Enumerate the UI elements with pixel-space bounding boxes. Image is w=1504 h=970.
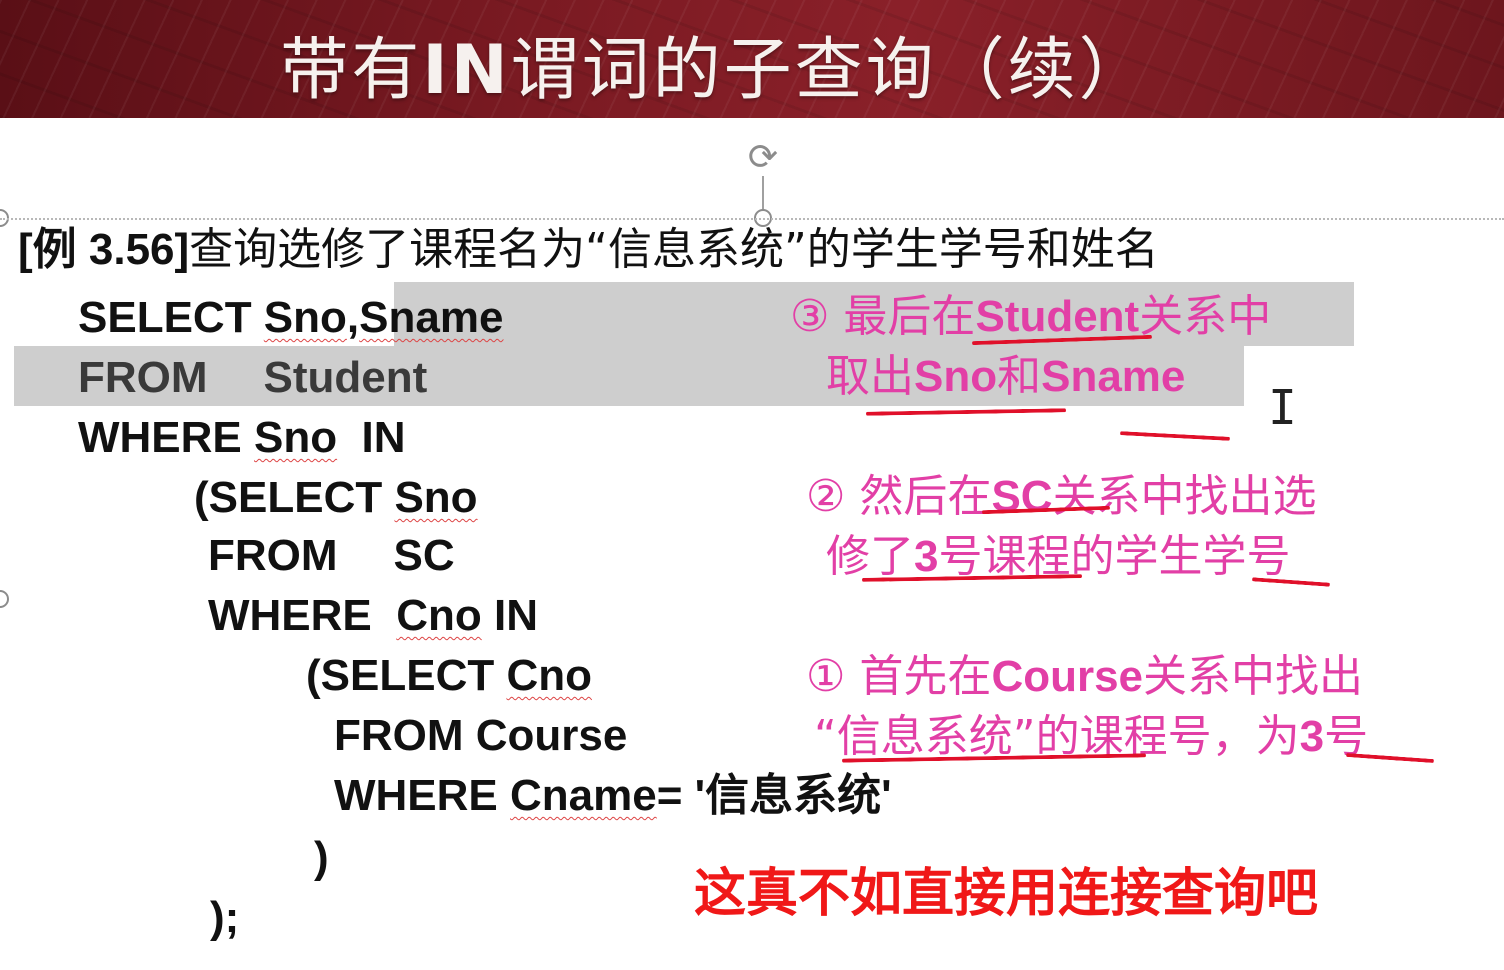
code-condition: = '信息系统': [656, 771, 892, 820]
note-text: 关系中: [1139, 291, 1272, 342]
note-text: ① 首先在: [806, 651, 992, 702]
code-line-9: WHERE Cname= '信息系统': [334, 770, 892, 822]
code-column: Cno: [396, 591, 482, 640]
rotate-handle-icon[interactable]: ⟳: [742, 140, 784, 176]
red-underline-xuehao: [1251, 577, 1331, 587]
code-line-5: FROM SC: [208, 530, 455, 582]
red-underline-sno: [865, 408, 1067, 416]
code-keyword: IN: [481, 591, 538, 640]
example-text: 查询选修了课程名为“信息系统”的学生学号和姓名: [189, 224, 1159, 275]
note-bold: Sname: [1041, 352, 1186, 401]
code-column: Sname: [359, 293, 504, 342]
note-bold: Course: [991, 652, 1144, 701]
note-step1-line1: ① 首先在Course关系中找出: [806, 650, 1363, 704]
note-text: ③ 最后在: [790, 291, 976, 342]
code-column: Sno: [394, 473, 478, 522]
code-line-1: SELECT Sno,Sname: [78, 292, 503, 344]
example-number: [例 3.56]: [18, 225, 190, 274]
note-bold: 3: [914, 532, 939, 581]
note-bold: SC: [991, 472, 1053, 521]
selection-border: [0, 218, 1504, 220]
code-table: SC: [393, 531, 455, 580]
note-text: 关系中找出: [1143, 651, 1364, 702]
code-line-2: FROM Student: [78, 352, 427, 404]
code-line-8: FROM Course: [334, 711, 628, 760]
code-table: Student: [263, 353, 428, 402]
slide-title: 带有IN谓词的子查询（续）: [0, 14, 1430, 113]
note-bold: 3: [1299, 712, 1325, 761]
example-heading: [例 3.56]查询选修了课程名为“信息系统”的学生学号和姓名: [18, 222, 1159, 278]
code-line-7: (SELECT Cno: [306, 650, 592, 702]
note-bold: Sno: [914, 352, 998, 401]
code-keyword: (SELECT: [306, 651, 507, 700]
code-column: Sno: [263, 293, 347, 342]
note-text: 修了: [826, 531, 914, 582]
note-step3-line2: 取出Sno和Sname: [826, 350, 1185, 404]
text-cursor-icon: I: [1268, 380, 1297, 436]
code-keyword: WHERE: [334, 771, 510, 820]
title-part1: 带有: [280, 31, 423, 110]
red-underline-sname: [1119, 431, 1231, 441]
title-banner: 带有IN谓词的子查询（续）: [0, 0, 1504, 118]
title-bold: IN: [422, 31, 511, 110]
note-text: 取出: [826, 351, 914, 402]
note-bold: Student: [975, 292, 1140, 341]
note-text: ② 然后在: [806, 471, 992, 522]
code-column: Sno: [254, 413, 338, 462]
note-text: 号课程的学生学号: [938, 531, 1291, 582]
handle-stem: [762, 176, 764, 212]
code-line-10: ): [314, 833, 329, 882]
code-column: Cno: [506, 651, 592, 700]
code-keyword: SELECT: [78, 293, 264, 342]
code-keyword: (SELECT: [194, 473, 395, 522]
code-line-6: WHERE Cno IN: [208, 590, 538, 642]
overlay-comment: 这真不如直接用连接查询吧: [694, 864, 1319, 924]
code-keyword: FROM: [208, 531, 338, 580]
code-line-3: WHERE Sno IN: [78, 412, 406, 464]
code-keyword: WHERE: [208, 591, 397, 640]
note-step3-line1: ③ 最后在Student关系中: [790, 290, 1271, 344]
note-text: 和: [997, 351, 1042, 402]
code-comma: ,: [346, 293, 360, 342]
code-line-11: );: [210, 893, 240, 942]
note-text: 关系中找出选: [1052, 471, 1317, 522]
code-column: Cname: [510, 771, 657, 820]
code-keyword: WHERE: [78, 413, 254, 462]
code-keyword: IN: [337, 413, 406, 462]
resize-handle-left[interactable]: [0, 590, 9, 608]
note-step2-line1: ② 然后在SC关系中找出选: [806, 470, 1317, 524]
code-keyword: FROM: [78, 353, 208, 402]
title-part2: 谓词的子查询（续）: [510, 31, 1150, 110]
code-line-4: (SELECT Sno: [194, 472, 478, 524]
